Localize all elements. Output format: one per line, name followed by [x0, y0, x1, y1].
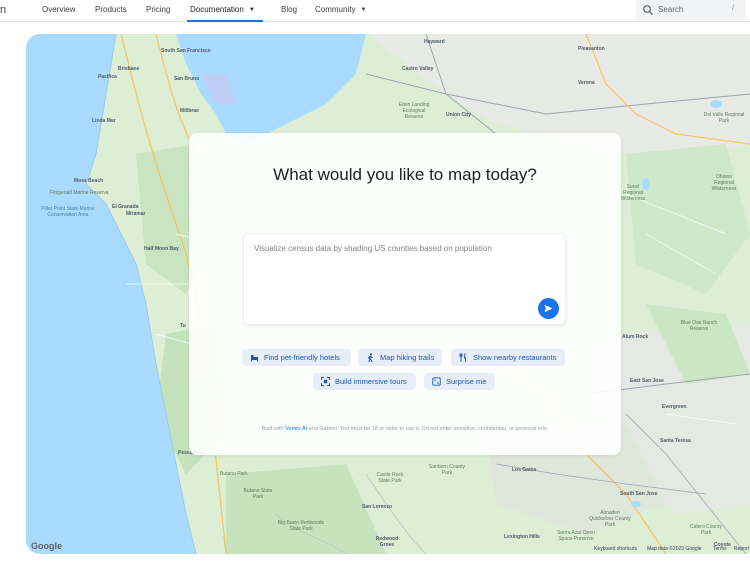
map-label-el-granada: El Granada: [112, 204, 139, 210]
map-label-san-lorenzo: San Lorenzo: [362, 504, 393, 510]
map-label-sierra-azul: Sierra Azul Open Space Preserve: [557, 530, 595, 542]
nav-item-pricing[interactable]: Pricing: [146, 5, 170, 14]
disclaimer-text: Built with Vertex AI and Gemini. You mus…: [189, 426, 621, 432]
google-logo: Google: [31, 541, 62, 551]
prompt-input[interactable]: Visualize census data by shading US coun…: [243, 233, 566, 325]
map-label-castle-rock: Castle Rock State Park: [376, 472, 404, 484]
nav-item-community-label: Community: [315, 5, 356, 14]
map-data-attribution: Map data ©2023 Google: [647, 546, 702, 552]
map-label-blue-oak: Blue Oak Ranch Reserve: [680, 320, 718, 332]
suggestion-chip-label: Map hiking trails: [380, 353, 435, 362]
nav-item-overview[interactable]: Overview: [42, 5, 75, 14]
top-navigation: n Overview Products Pricing Documentatio…: [0, 0, 750, 22]
disclaimer-prefix: Built with: [261, 426, 286, 432]
map-label-tu: Tu: [180, 323, 186, 329]
tour-icon: [321, 377, 330, 386]
map-label-evergreen: Evergreen: [662, 404, 687, 410]
nav-item-documentation-label: Documentation: [190, 5, 244, 14]
chevron-down-icon: ▼: [360, 7, 367, 13]
map-label-alum-rock: Alum Rock: [622, 334, 649, 340]
map-label-south-san-francisco: South San Francisco: [161, 48, 211, 54]
send-button[interactable]: [538, 298, 559, 319]
map-label-santa-teresa: Santa Teresa: [660, 438, 691, 444]
nav-item-blog[interactable]: Blog: [281, 5, 297, 14]
map-label-sunol: Sunol Regional Wilderness: [620, 184, 646, 202]
terms-link[interactable]: Terms: [713, 546, 727, 552]
nav-item-community[interactable]: Community ▼: [315, 5, 366, 14]
vertex-ai-link[interactable]: Vertex AI: [285, 426, 307, 432]
map-label-east-san-jose: East San Jose: [630, 378, 664, 384]
map-label-castro-valley: Castro Valley: [402, 66, 434, 72]
map-label-lexington-hills: Lexington Hills: [504, 534, 540, 540]
map-label-ohlone: Ohlone Regional Wilderness: [711, 174, 737, 192]
map-label-south-san-jose: South San Jose: [620, 491, 658, 497]
prompt-placeholder: Visualize census data by shading US coun…: [254, 244, 492, 253]
map-label-eden-landing: Eden Landing Ecological Reserve: [398, 102, 430, 120]
map-label-miramar: Miramar: [126, 211, 146, 217]
send-icon: [544, 304, 553, 313]
map-label-almaden: Almaden Quicksilver County Park: [589, 510, 631, 528]
suggestion-chip-surprise[interactable]: Surprise me: [424, 373, 495, 390]
search-shortcut-key: /: [732, 5, 734, 12]
map-label-redwood-grove: Redwood Grove: [375, 536, 399, 548]
map-label-pacifica: Pacifica: [98, 74, 117, 80]
map-label-fitzgerald: Fitzgerald Marine Reserve: [50, 190, 109, 196]
report-link[interactable]: Report: [734, 546, 749, 552]
dialog-title: What would you like to map today?: [273, 165, 537, 184]
suggestion-chip-label: Build immersive tours: [335, 377, 407, 386]
map-label-del-valle: Del Valle Regional Park: [703, 112, 745, 124]
map-label-los-gatos: Los Gatos: [512, 467, 537, 473]
hotel-icon: [251, 355, 258, 362]
suggestion-chip-hotels[interactable]: Find pet-friendly hotels: [242, 349, 351, 366]
nav-item-products[interactable]: Products: [95, 5, 127, 14]
suggestion-chip-label: Surprise me: [446, 377, 487, 386]
map-label-union-city: Union City: [446, 112, 471, 118]
map-label-calero: Calero County Park: [690, 524, 722, 536]
map-label-hayward: Hayward: [424, 39, 445, 45]
suggestion-chip-restaurants[interactable]: Show nearby restaurants: [451, 349, 565, 366]
map-label-butano-state-park: Butano State Park: [243, 488, 273, 500]
map-label-pillar-point: Pillar Point State Marine Conservation A…: [41, 206, 95, 218]
active-tab-indicator: [187, 20, 263, 22]
suggestion-chip-label: Find pet-friendly hotels: [264, 353, 340, 362]
map-label-brisbane: Brisbane: [118, 66, 140, 72]
suggestion-chip-label: Show nearby restaurants: [473, 353, 557, 362]
map-label-pleasanton: Pleasanton: [578, 46, 605, 52]
search-box[interactable]: Search /: [636, 0, 746, 20]
map-label-linda-mar: Linda Mar: [92, 118, 116, 124]
search-placeholder: Search: [658, 5, 684, 14]
search-icon: [643, 5, 653, 15]
map-label-butano-park: Butano Park: [220, 471, 248, 477]
nav-item-documentation[interactable]: Documentation ▼: [190, 5, 255, 14]
map-label-moss-beach: Moss Beach: [74, 178, 104, 184]
disclaimer-suffix: and Gemini. You must be 18 or older to u…: [307, 426, 549, 432]
prompt-dialog: What would you like to map today? Visual…: [189, 133, 621, 455]
surprise-icon: [432, 377, 441, 386]
suggestion-chip-hiking[interactable]: Map hiking trails: [358, 349, 442, 366]
map-label-half-moon-bay: Half Moon Bay: [144, 246, 179, 252]
chevron-down-icon: ▼: [248, 7, 255, 13]
map-label-millbrae: Millbrae: [180, 108, 199, 114]
map-label-verona: Verona: [578, 80, 595, 86]
hiking-icon: [367, 353, 373, 362]
keyboard-shortcuts-link[interactable]: Keyboard shortcuts: [594, 546, 637, 552]
map-label-big-basin: Big Basin Redwoods State Park: [277, 520, 325, 532]
map-label-sanborn: Sanborn County Park: [428, 464, 466, 476]
map-label-san-bruno: San Bruno: [174, 76, 200, 82]
nav-edge-letter: n: [0, 4, 7, 16]
suggestion-chip-tours[interactable]: Build immersive tours: [313, 373, 416, 390]
restaurant-icon: [459, 353, 466, 362]
